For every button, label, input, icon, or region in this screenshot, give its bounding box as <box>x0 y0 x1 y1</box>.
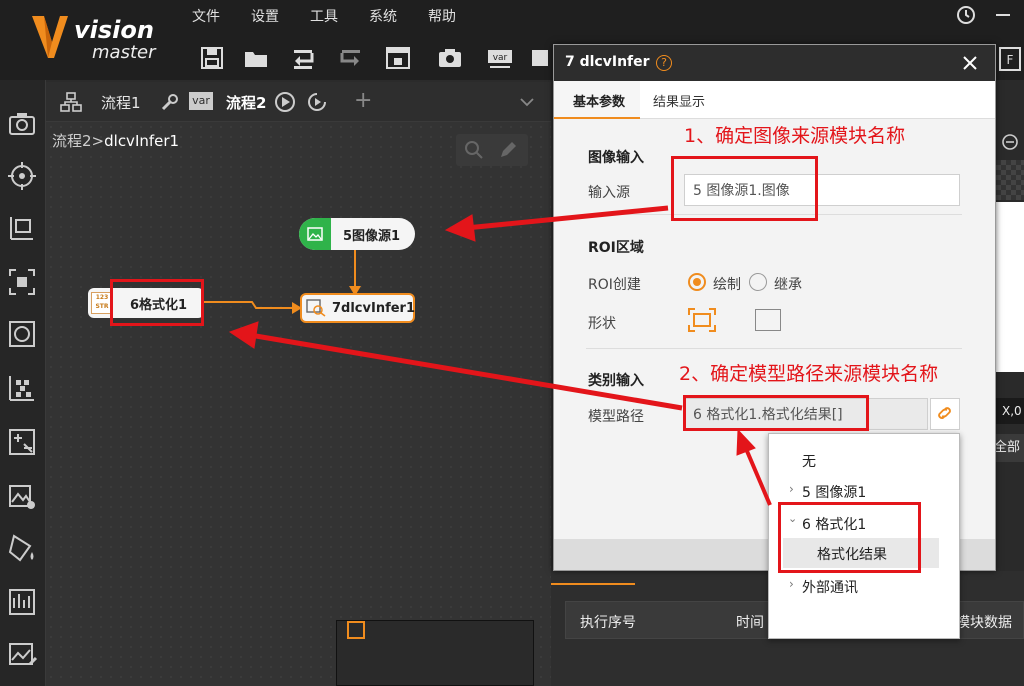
annotation-arrows <box>228 205 772 506</box>
